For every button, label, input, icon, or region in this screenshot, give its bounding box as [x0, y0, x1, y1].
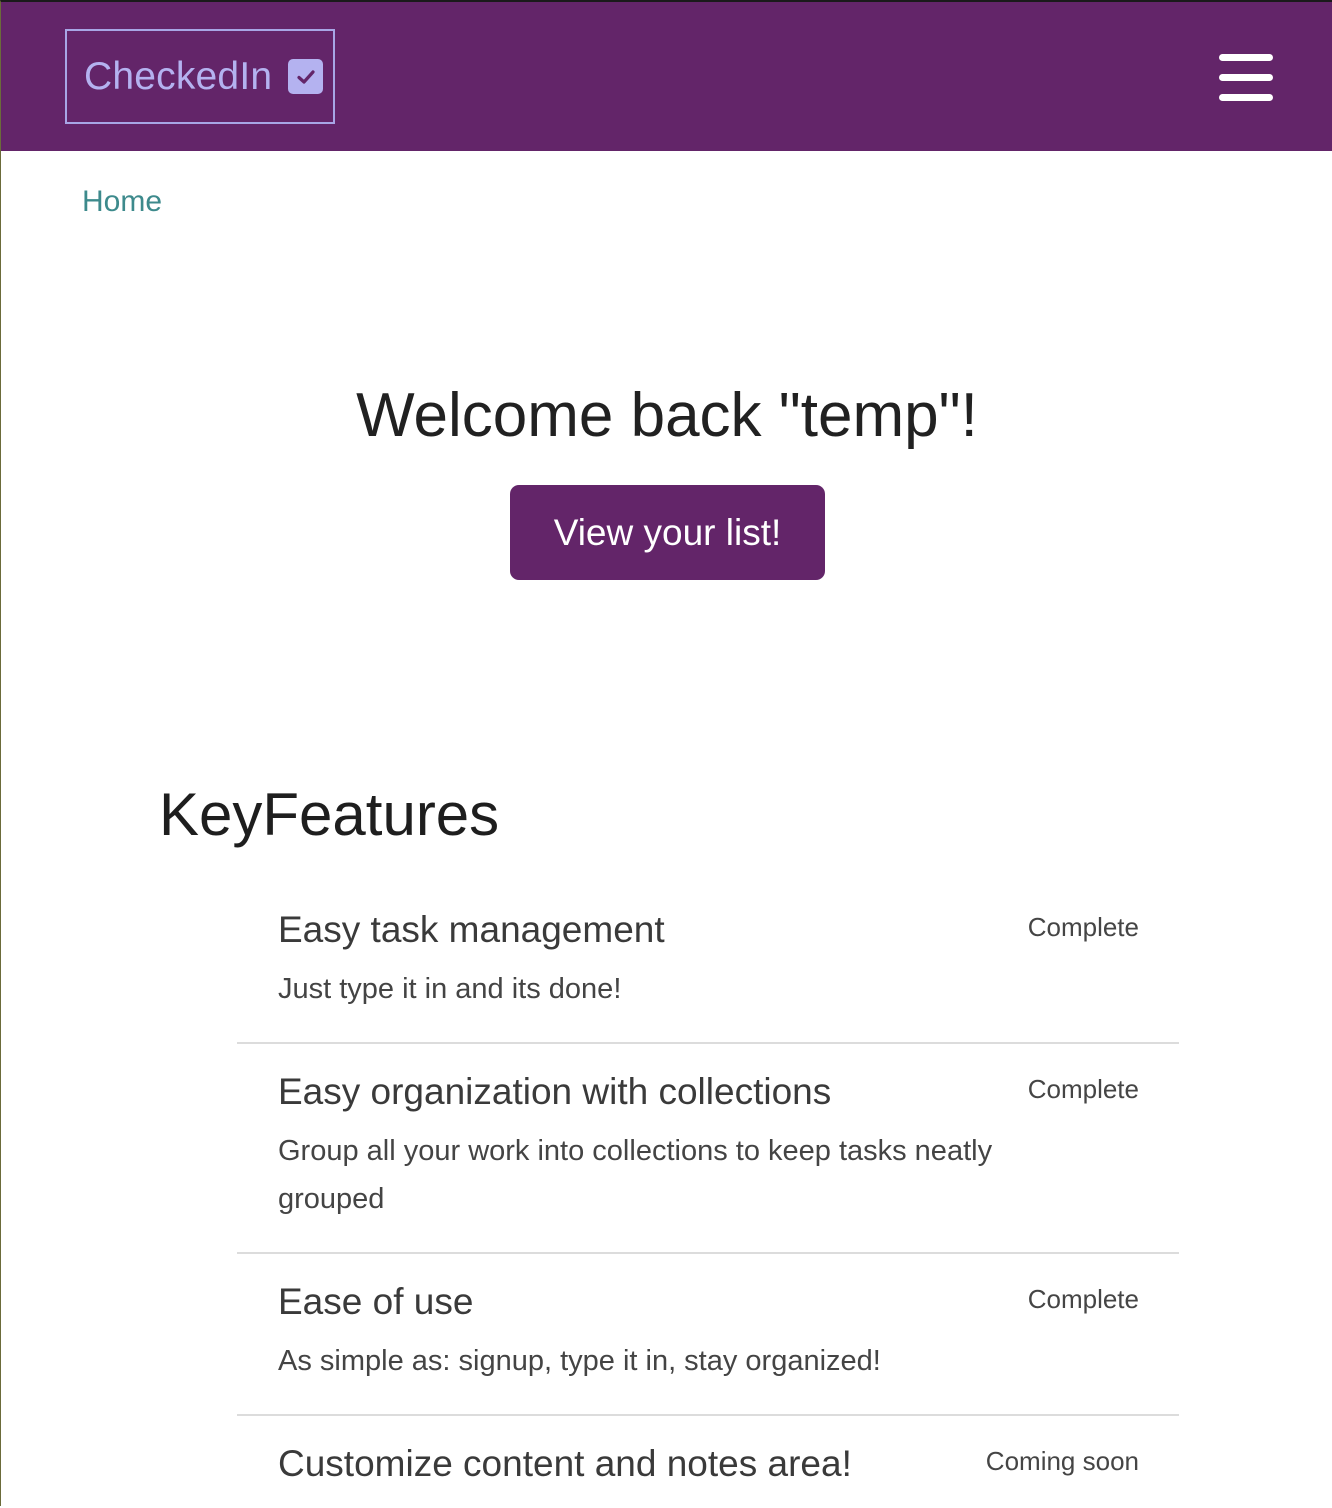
welcome-heading: Welcome back "temp"! — [356, 381, 978, 450]
brand-logo-link[interactable]: CheckedIn — [65, 29, 335, 124]
feature-title: Easy organization with collections — [278, 1071, 832, 1112]
hamburger-menu-icon[interactable] — [1219, 54, 1273, 102]
feature-title: Customize content and notes area! — [278, 1443, 852, 1484]
top-navbar: CheckedIn — [1, 2, 1332, 151]
feature-status: Coming soon — [985, 1446, 1139, 1476]
feature-title: Easy task management — [278, 909, 665, 950]
feature-item: Customize content and notes area! Coming… — [237, 1426, 1179, 1508]
view-list-button[interactable]: View your list! — [510, 485, 825, 580]
feature-item: Easy organization with collections Compl… — [237, 1054, 1179, 1254]
menu-bar-middle — [1219, 74, 1273, 81]
menu-bar-top — [1219, 54, 1273, 61]
feature-status: Complete — [1027, 1074, 1139, 1104]
feature-status: Complete — [1027, 912, 1139, 942]
menu-bar-bottom — [1219, 94, 1273, 101]
breadcrumb-home-link[interactable]: Home — [82, 185, 162, 219]
checkbox-checked-icon — [288, 59, 324, 94]
brand-name: CheckedIn — [84, 54, 273, 98]
feature-status: Complete — [1027, 1284, 1139, 1314]
feature-item: Ease of use Complete As simple as: signu… — [237, 1264, 1179, 1416]
feature-description: Group all your work into collections to … — [278, 1135, 993, 1215]
feature-title: Ease of use — [278, 1281, 474, 1322]
key-features-heading: KeyFeatures — [159, 781, 500, 848]
feature-description: As simple as: signup, type it in, stay o… — [278, 1345, 881, 1377]
feature-description: Just type it in and its done! — [278, 973, 622, 1005]
feature-item: Easy task management Complete Just type … — [237, 892, 1179, 1044]
